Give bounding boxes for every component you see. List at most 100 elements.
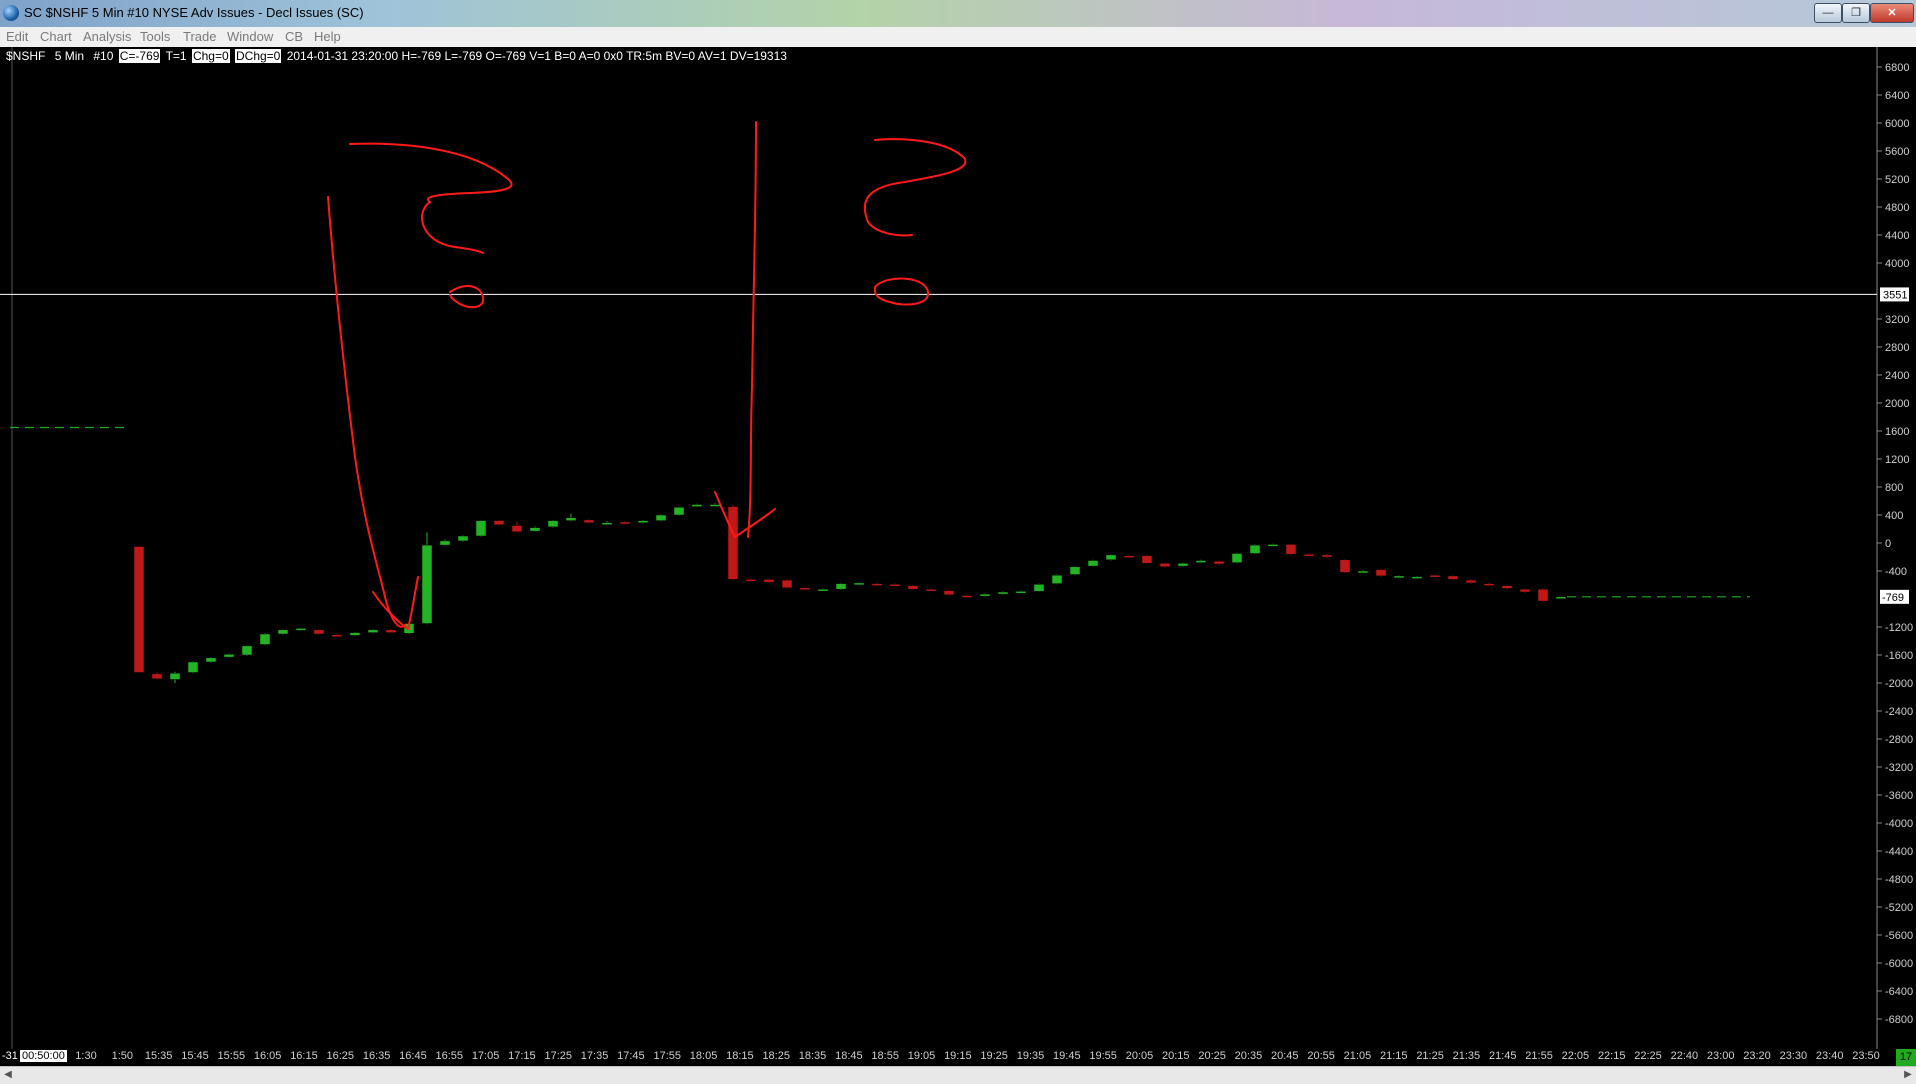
menu-analysis[interactable]: Analysis <box>83 29 131 44</box>
menu-cb[interactable]: CB <box>285 29 303 44</box>
candle <box>727 505 739 581</box>
candle-body <box>1033 584 1045 592</box>
candle <box>277 629 289 635</box>
candle-body <box>1321 554 1333 558</box>
candle <box>457 535 469 542</box>
candle-body <box>1411 576 1423 579</box>
candle <box>1447 575 1459 581</box>
corner-count-box: 17 <box>1896 1049 1916 1066</box>
candle <box>979 593 991 597</box>
info-daily-change-box: DChg=0 <box>234 49 282 63</box>
candle <box>799 587 811 591</box>
candle <box>205 657 217 663</box>
candle <box>1411 575 1423 579</box>
candle <box>1159 562 1171 568</box>
menu-help[interactable]: Help <box>314 29 341 44</box>
y-tick-label: -2000 <box>1885 678 1913 690</box>
x-tick-label: 21:55 <box>1525 1050 1553 1062</box>
candle <box>1537 588 1549 602</box>
annotation-question-dot-2 <box>873 277 930 306</box>
info-chart-number: #10 <box>93 49 114 63</box>
x-tick-label: 18:15 <box>726 1050 754 1062</box>
menu-trade[interactable]: Trade <box>183 29 216 44</box>
candle <box>709 503 721 507</box>
menu-bar: Edit Chart Analysis Tools Trade Window C… <box>0 27 1916 48</box>
y-tick-label: 1600 <box>1885 426 1909 438</box>
candle-body <box>889 584 901 587</box>
candle <box>1231 552 1243 564</box>
minimize-button[interactable]: — <box>1814 3 1842 23</box>
annotation-arrow-2 <box>747 121 757 538</box>
candle-body <box>277 629 289 635</box>
candle-body <box>1123 555 1135 558</box>
y-tick-label: -400 <box>1885 566 1907 578</box>
x-tick-label: 17:25 <box>544 1050 572 1062</box>
candle-body <box>1519 588 1531 593</box>
chart-scrollbar[interactable]: ◀ ▶ <box>0 1066 1916 1084</box>
x-tick-label: 23:30 <box>1779 1050 1808 1062</box>
y-tick-label: -3600 <box>1885 790 1913 802</box>
candle-body <box>385 629 397 633</box>
candle-body <box>1159 563 1171 568</box>
candle <box>1519 588 1531 593</box>
candle <box>943 589 955 596</box>
candle-body <box>1069 566 1081 575</box>
candle <box>1267 543 1279 547</box>
candle <box>439 539 451 546</box>
candle <box>259 633 271 646</box>
x-tick-label: 23:40 <box>1815 1050 1844 1062</box>
scroll-left-arrow-icon[interactable]: ◀ <box>2 1069 14 1081</box>
candle <box>1195 559 1207 564</box>
candle-body <box>565 517 577 521</box>
y-tick-label: 2800 <box>1885 342 1909 354</box>
candle <box>691 503 703 508</box>
axis-layer: 6800640060005600520048004400400032002800… <box>0 47 1913 1049</box>
x-tick-label: 15:45 <box>181 1050 209 1062</box>
candle <box>421 532 433 625</box>
candle <box>547 519 559 528</box>
restore-button[interactable]: ❐ <box>1842 3 1870 23</box>
annotation-arrowhead-2b <box>734 508 776 538</box>
candle <box>475 519 487 537</box>
candle <box>565 513 577 522</box>
candle <box>295 627 307 631</box>
menu-edit[interactable]: Edit <box>6 29 28 44</box>
candle-body <box>1501 585 1513 589</box>
candle-body <box>223 654 235 658</box>
candle <box>1087 559 1099 567</box>
candles-layer <box>133 503 1567 683</box>
candle <box>187 661 199 674</box>
candle <box>925 588 937 592</box>
menu-tools[interactable]: Tools <box>140 29 170 44</box>
menu-window[interactable]: Window <box>227 29 273 44</box>
info-interval: 5 Min <box>54 49 85 63</box>
x-tick-label: 22:25 <box>1634 1050 1662 1062</box>
scroll-right-arrow-icon[interactable]: ▶ <box>1902 1069 1914 1081</box>
candle <box>601 521 613 525</box>
candle <box>1105 554 1117 561</box>
y-tick-label: 400 <box>1885 510 1903 522</box>
candle <box>655 514 667 522</box>
price-chart[interactable]: 6800640060005600520048004400400032002800… <box>0 47 1916 1049</box>
candle <box>889 583 901 587</box>
candle <box>151 672 163 680</box>
candle-body <box>1087 560 1099 567</box>
y-tick-label: -4400 <box>1885 846 1913 858</box>
candle-body <box>943 590 955 596</box>
x-tick-label: 19:05 <box>907 1050 936 1062</box>
candle-body <box>709 504 721 507</box>
candle <box>1465 579 1477 584</box>
candle <box>1177 562 1189 567</box>
y-tick-label: -6000 <box>1885 958 1913 970</box>
candle-body <box>619 521 631 525</box>
x-tick-label: 20:25 <box>1198 1050 1226 1062</box>
candle-body <box>691 504 703 507</box>
candle-body <box>1249 544 1261 554</box>
x-tick-label: 23:00 <box>1706 1050 1735 1062</box>
menu-chart[interactable]: Chart <box>40 29 72 44</box>
minimize-icon: — <box>1822 7 1834 19</box>
close-button[interactable]: ✕ <box>1870 3 1914 23</box>
x-tick-label: 19:25 <box>980 1050 1008 1062</box>
y-tick-label: 5600 <box>1885 146 1909 158</box>
candle-body <box>1429 574 1441 578</box>
